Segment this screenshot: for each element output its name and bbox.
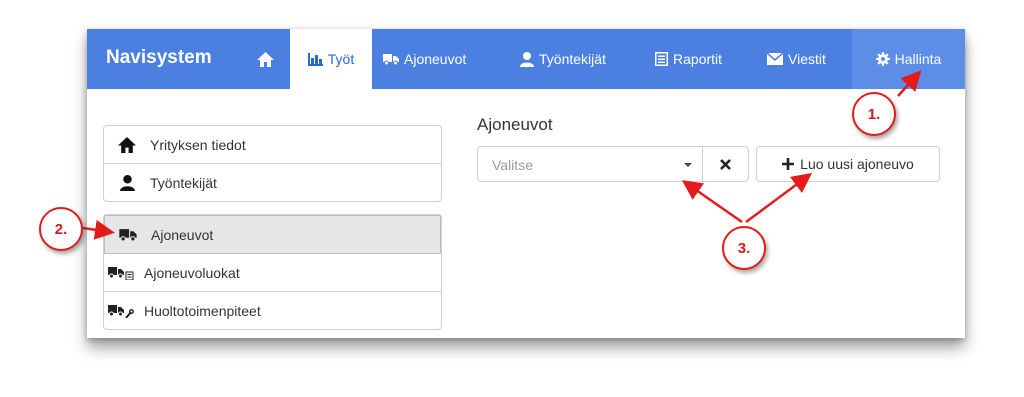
annotation-arrows bbox=[82, 70, 922, 240]
arrow-step3-create bbox=[745, 173, 813, 224]
arrow-step2 bbox=[82, 219, 115, 240]
arrow-step1 bbox=[897, 70, 922, 97]
annotation-step1: 1. bbox=[852, 92, 896, 136]
annotation-step3: 3. bbox=[722, 226, 766, 270]
annotation-step2: 2. bbox=[39, 207, 83, 251]
arrow-step3-select bbox=[681, 180, 743, 224]
